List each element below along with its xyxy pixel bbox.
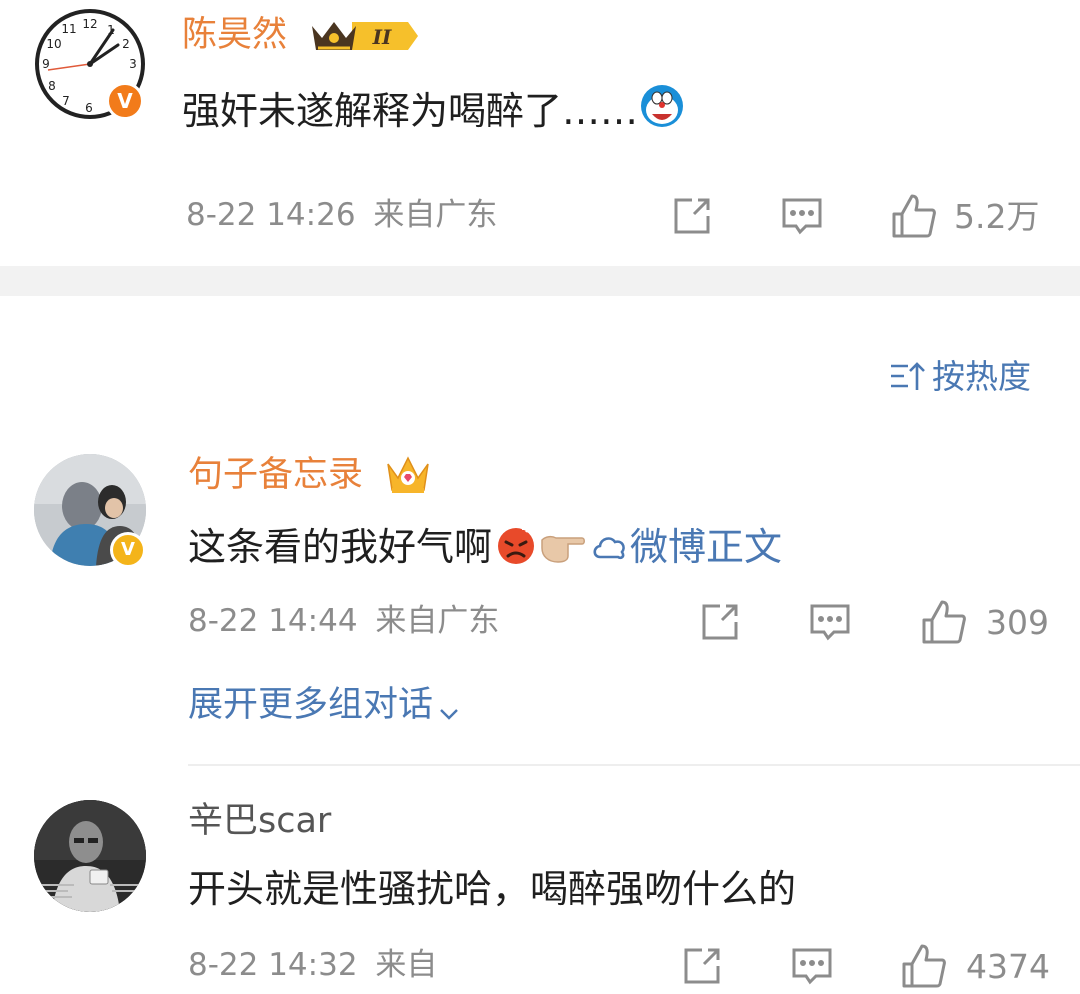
timestamp: 8-22 14:32 <box>188 947 358 983</box>
comment-meta: 8-22 14:44 来自广东 <box>188 606 499 637</box>
username[interactable]: 陈昊然 <box>182 18 287 53</box>
comment-item: 12 1 2 3 11 10 9 8 7 6 V 陈昊然 II 强奸未遂解释为喝… <box>0 0 1080 266</box>
svg-text:3: 3 <box>129 57 137 71</box>
share-icon[interactable] <box>670 194 714 238</box>
location: 来自广东 <box>375 603 500 639</box>
like-count: 309 <box>986 603 1049 642</box>
weibo-link[interactable]: 微博正文 <box>630 528 782 566</box>
comment-text: 这条看的我好气啊 微博正文 <box>188 522 782 572</box>
svg-text:2: 2 <box>122 37 130 51</box>
username[interactable]: 辛巴scar <box>188 804 331 839</box>
svg-text:7: 7 <box>62 94 70 108</box>
verified-badge-icon: V <box>106 82 144 120</box>
pointing-hand-emoji-icon <box>538 522 586 572</box>
comment-meta: 8-22 14:32 来自 <box>188 950 437 981</box>
svg-text:8: 8 <box>48 79 56 93</box>
comment-item: 辛巴scar 开头就是性骚扰哈，喝醉强吻什么的 8-22 14:32 来自 43… <box>0 766 1080 992</box>
expand-replies-link[interactable]: 展开更多组对话 <box>188 688 461 723</box>
angry-face-emoji-icon <box>494 522 538 572</box>
svg-text:11: 11 <box>61 22 76 36</box>
sort-button[interactable]: 按热度 <box>888 356 1031 396</box>
comment-meta: 8-22 14:26 来自广东 <box>186 200 497 231</box>
comment-icon[interactable] <box>790 944 834 988</box>
comment-text: 强奸未遂解释为喝醉了…… <box>182 82 686 136</box>
share-icon[interactable] <box>680 944 724 988</box>
doraemon-emoji-icon <box>638 82 686 136</box>
comment-icon[interactable] <box>808 600 852 644</box>
avatar[interactable] <box>34 800 146 912</box>
share-icon[interactable] <box>698 600 742 644</box>
comment-icon[interactable] <box>780 194 824 238</box>
crown-badge-icon <box>384 450 432 496</box>
like-count: 5.2万 <box>954 197 1040 236</box>
location: 来自 <box>375 947 438 983</box>
like-count: 4374 <box>966 947 1050 986</box>
level-text: II <box>372 25 392 49</box>
svg-text:6: 6 <box>85 101 93 115</box>
username[interactable]: 句子备忘录 <box>188 458 363 493</box>
section-separator <box>0 266 1080 296</box>
svg-text:10: 10 <box>46 37 61 51</box>
crown-level-badge-icon: II <box>308 14 420 58</box>
chevron-down-icon <box>437 696 461 720</box>
comment-text: 开头就是性骚扰哈，喝醉强吻什么的 <box>188 867 797 911</box>
sort-label: 按热度 <box>932 356 1031 396</box>
timestamp: 8-22 14:26 <box>186 197 356 233</box>
fade-overlay <box>448 944 638 988</box>
sort-icon <box>888 358 928 394</box>
svg-text:12: 12 <box>82 17 97 31</box>
weibo-link-icon[interactable] <box>590 527 630 567</box>
location: 来自广东 <box>373 197 498 233</box>
timestamp: 8-22 14:44 <box>188 603 358 639</box>
like-icon[interactable] <box>900 942 948 990</box>
like-icon[interactable] <box>890 192 938 240</box>
verified-badge-icon: V <box>110 532 146 568</box>
like-icon[interactable] <box>920 598 968 646</box>
comment-item: V 句子备忘录 这条看的我好气啊 微博正文 8-22 14:44 来自广东 30… <box>0 440 1080 760</box>
svg-text:9: 9 <box>42 57 50 71</box>
